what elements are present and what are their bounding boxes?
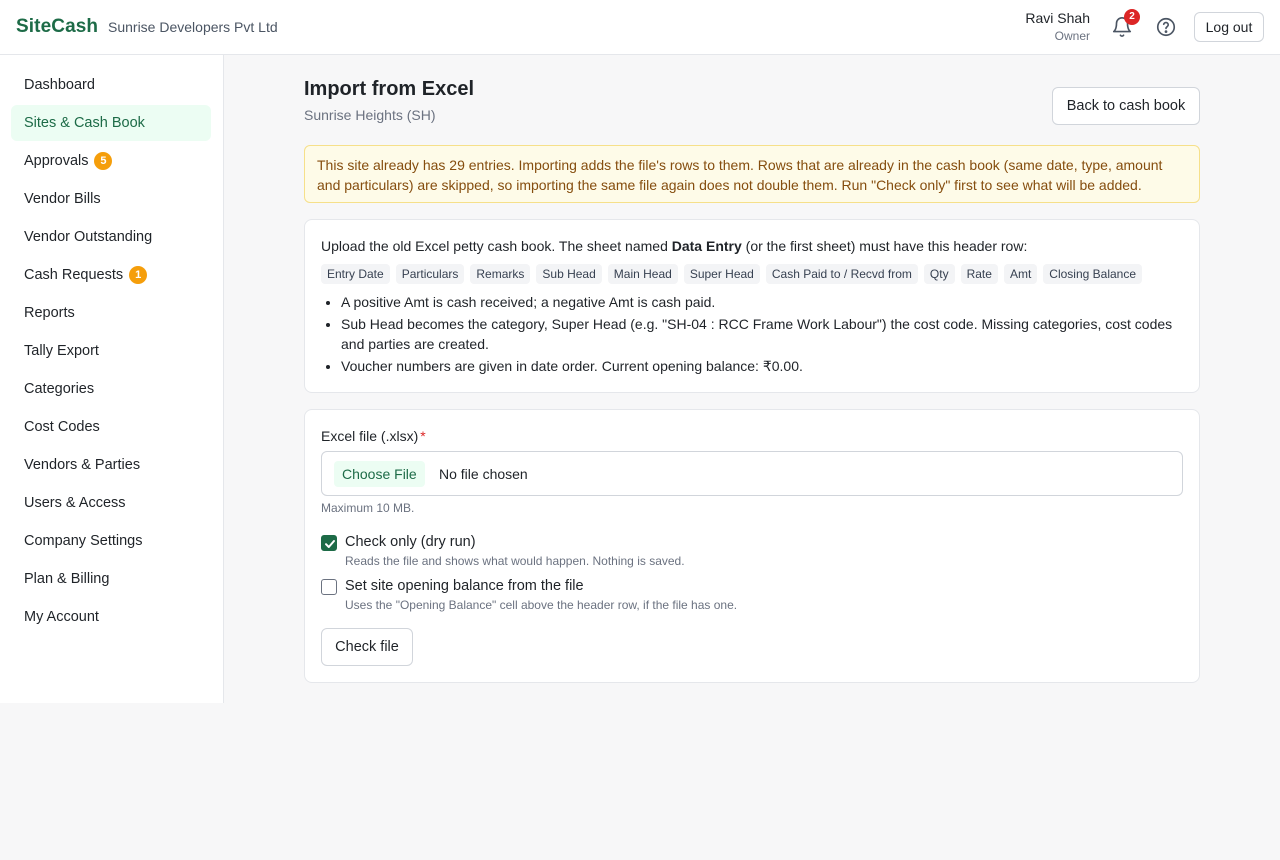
check-icon xyxy=(325,540,335,548)
sidebar-item-label: Reports xyxy=(24,305,75,321)
column-chip: Rate xyxy=(960,264,998,284)
file-label-text: Excel file (.xlsx) xyxy=(321,428,419,444)
sidebar-item[interactable]: Sites & Cash Book xyxy=(11,105,211,141)
sidebar-item-label: My Account xyxy=(24,609,99,625)
sidebar-item[interactable]: Users & Access xyxy=(11,485,211,521)
sidebar-item-label: Approvals xyxy=(24,153,89,169)
sidebar-item-label: Company Settings xyxy=(24,533,143,549)
sidebar-item-label: Users & Access xyxy=(24,495,126,511)
brand-logo[interactable]: SiteCash xyxy=(16,16,98,38)
sidebar-item[interactable]: Vendor Bills xyxy=(11,181,211,217)
format-intro: Upload the old Excel petty cash book. Th… xyxy=(321,238,1027,254)
user-role: Owner xyxy=(1054,29,1090,43)
format-note: Sub Head becomes the category, Super Hea… xyxy=(341,314,1187,354)
sidebar-item[interactable]: Reports xyxy=(11,295,211,331)
sidebar-item[interactable]: Company Settings xyxy=(11,523,211,559)
logout-button[interactable]: Log out xyxy=(1194,12,1264,42)
format-note: A positive Amt is cash received; a negat… xyxy=(341,292,1187,312)
notification-badge: 2 xyxy=(1124,9,1140,25)
opening-balance-help: Uses the "Opening Balance" cell above th… xyxy=(345,598,738,612)
file-input[interactable]: Choose File No file chosen xyxy=(321,451,1183,496)
sidebar-item[interactable]: Cost Codes xyxy=(11,409,211,445)
top-bar: SiteCash Sunrise Developers Pvt Ltd Ravi… xyxy=(0,0,1280,55)
format-info-card: Upload the old Excel petty cash book. Th… xyxy=(304,219,1200,393)
sidebar-item-label: Sites & Cash Book xyxy=(24,115,145,131)
required-mark: * xyxy=(420,428,426,444)
sidebar-item-label: Dashboard xyxy=(24,77,95,93)
count-badge: 5 xyxy=(94,152,113,170)
format-notes: A positive Amt is cash received; a negat… xyxy=(341,292,1187,378)
company-name: Sunrise Developers Pvt Ltd xyxy=(108,19,278,35)
sidebar-item[interactable]: My Account xyxy=(11,599,211,635)
sidebar-item[interactable]: Tally Export xyxy=(11,333,211,369)
page-subtitle: Sunrise Heights (SH) xyxy=(304,107,436,123)
dry-run-label[interactable]: Check only (dry run) xyxy=(345,534,476,550)
import-form-card: Excel file (.xlsx) * Choose File No file … xyxy=(304,409,1200,683)
sidebar-item[interactable]: Vendors & Parties xyxy=(11,447,211,483)
user-info[interactable]: Ravi Shah Owner xyxy=(1025,10,1090,43)
sidebar-item[interactable]: Cash Requests 1 xyxy=(11,257,211,293)
column-chip: Closing Balance xyxy=(1043,264,1143,284)
sidebar-item-label: Vendors & Parties xyxy=(24,457,141,473)
column-chip: Remarks xyxy=(470,264,531,284)
column-chip: Qty xyxy=(923,264,955,284)
choose-file-button[interactable]: Choose File xyxy=(334,461,425,487)
column-chip: Amt xyxy=(1003,264,1038,284)
sidebar-item-label: Vendor Bills xyxy=(24,191,101,207)
check-file-button[interactable]: Check file xyxy=(321,628,413,666)
duplicate-warning-alert: This site already has 29 entries. Import… xyxy=(304,145,1200,203)
intro-text-after: (or the first sheet) must have this head… xyxy=(741,238,1028,254)
sheet-name: Data Entry xyxy=(671,238,742,254)
sidebar-item[interactable]: Dashboard xyxy=(11,67,211,103)
user-name: Ravi Shah xyxy=(1025,10,1090,26)
sidebar-item-label: Tally Export xyxy=(24,343,99,359)
column-chip: Particulars xyxy=(395,264,465,284)
file-status: No file chosen xyxy=(439,466,528,482)
sidebar-item-label: Cash Requests xyxy=(24,267,124,283)
file-field-label: Excel file (.xlsx) * xyxy=(321,428,426,444)
dry-run-checkbox[interactable] xyxy=(321,535,337,551)
back-to-cash-book-button[interactable]: Back to cash book xyxy=(1052,87,1200,125)
sidebar-item-label: Cost Codes xyxy=(24,419,100,435)
max-size-hint: Maximum 10 MB. xyxy=(321,501,415,515)
sidebar-item[interactable]: Approvals 5 xyxy=(11,143,211,179)
sidebar-item[interactable]: Plan & Billing xyxy=(11,561,211,597)
help-icon[interactable] xyxy=(1155,16,1177,38)
sidebar-item-label: Categories xyxy=(24,381,95,397)
opening-balance-label[interactable]: Set site opening balance from the file xyxy=(345,578,584,594)
column-chip: Super Head xyxy=(683,264,760,284)
format-note: Voucher numbers are given in date order.… xyxy=(341,356,1187,376)
sidebar-item[interactable]: Categories xyxy=(11,371,211,407)
header-columns: Entry Date Particulars Remarks Sub Head Main… xyxy=(321,264,1143,284)
opening-balance-checkbox[interactable] xyxy=(321,579,337,595)
column-chip: Cash Paid to / Recvd from xyxy=(765,264,918,284)
page-title: Import from Excel xyxy=(304,78,475,100)
sidebar-item-label: Vendor Outstanding xyxy=(24,229,153,245)
intro-text-before: Upload the old Excel petty cash book. Th… xyxy=(321,238,672,254)
sidebar-item[interactable]: Vendor Outstanding xyxy=(11,219,211,255)
sidebar: Dashboard Sites & Cash Book Approvals 5 Vend… xyxy=(0,55,224,703)
dry-run-help: Reads the file and shows what would happ… xyxy=(345,554,685,568)
column-chip: Main Head xyxy=(607,264,678,284)
column-chip: Sub Head xyxy=(536,264,602,284)
sidebar-item-label: Plan & Billing xyxy=(24,571,110,587)
column-chip: Entry Date xyxy=(321,264,390,284)
count-badge: 1 xyxy=(129,266,148,284)
